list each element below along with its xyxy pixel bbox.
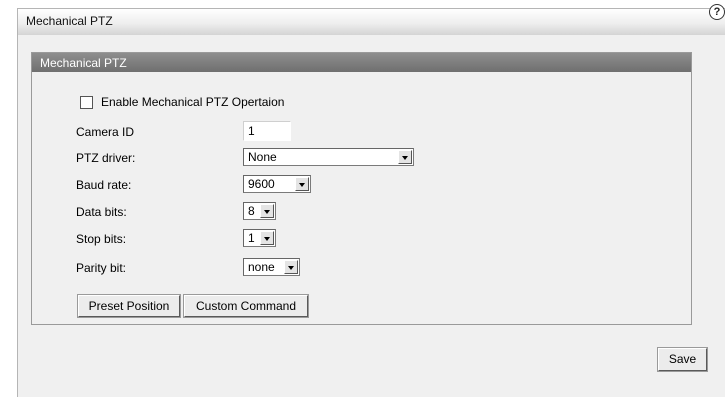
ptz-driver-value: None <box>248 150 277 164</box>
ptz-driver-label: PTZ driver: <box>76 151 136 165</box>
data-bits-label: Data bits: <box>76 205 127 219</box>
panel-header: Mechanical PTZ <box>32 53 691 72</box>
parity-bit-label: Parity bit: <box>76 261 127 275</box>
chevron-down-icon[interactable] <box>295 177 309 191</box>
chevron-down-icon[interactable] <box>260 204 274 218</box>
stop-bits-value: 1 <box>248 231 255 245</box>
data-bits-select[interactable]: 8 <box>243 202 276 220</box>
baud-rate-label: Baud rate: <box>76 178 132 192</box>
page-title: Mechanical PTZ <box>26 14 113 28</box>
help-icon[interactable]: ? <box>709 4 725 20</box>
ptz-driver-select[interactable]: None <box>243 148 414 166</box>
save-button[interactable]: Save <box>657 347 708 372</box>
chevron-down-icon[interactable] <box>398 150 412 164</box>
page-header: Mechanical PTZ <box>18 9 725 35</box>
enable-ptz-row[interactable]: Enable Mechanical PTZ Opertaion <box>80 95 284 109</box>
chevron-down-icon[interactable] <box>260 231 274 245</box>
enable-ptz-checkbox[interactable] <box>80 95 93 109</box>
parity-bit-select[interactable]: none <box>243 258 300 276</box>
stop-bits-label: Stop bits: <box>76 232 127 246</box>
custom-command-button[interactable]: Custom Command <box>183 294 309 318</box>
preset-position-button[interactable]: Preset Position <box>77 294 181 318</box>
data-bits-value: 8 <box>248 204 255 218</box>
camera-id-input[interactable]: 1 <box>243 121 291 141</box>
panel-title: Mechanical PTZ <box>40 56 127 70</box>
baud-rate-value: 9600 <box>248 177 275 191</box>
enable-ptz-label: Enable Mechanical PTZ Opertaion <box>101 95 285 109</box>
chevron-down-icon[interactable] <box>284 260 298 274</box>
baud-rate-select[interactable]: 9600 <box>243 175 311 193</box>
camera-id-label: Camera ID <box>76 125 135 139</box>
stop-bits-select[interactable]: 1 <box>243 229 276 247</box>
parity-bit-value: none <box>248 260 275 274</box>
